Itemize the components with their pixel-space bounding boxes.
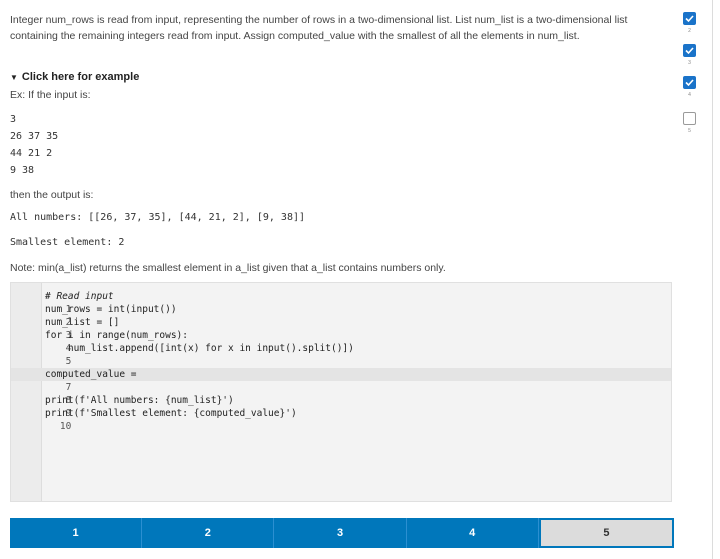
step-3-button[interactable]: 3 <box>274 518 407 548</box>
prompt-text: Integer num_rows is read from input, rep… <box>10 14 628 42</box>
code-line[interactable]: 10 print(f'Smallest element: {computed_v… <box>11 407 671 432</box>
code-text: computed_value = <box>45 369 143 380</box>
code-line[interactable]: 6 <box>11 355 671 380</box>
step-2-button[interactable]: 2 <box>142 518 275 548</box>
example-toggle[interactable]: ▼ Click here for example <box>10 71 139 83</box>
completed-checkbox-icon <box>683 44 696 57</box>
step-4-button[interactable]: 4 <box>406 518 539 548</box>
checklist-label: 4 <box>688 92 691 98</box>
output-line: Smallest element: 2 <box>10 237 125 248</box>
step-5-button[interactable]: 5 <box>538 518 675 548</box>
input-line: 9 38 <box>10 165 35 176</box>
code-line[interactable]: 1 # Read input <box>11 290 671 315</box>
code-line-active[interactable]: 7 computed_value = <box>11 368 671 393</box>
input-line: 44 21 2 <box>10 148 53 159</box>
code-line[interactable]: 2 num_rows = int(input()) <box>11 303 671 328</box>
code-text: print(f'All numbers: {num_list}') <box>45 395 234 406</box>
triangle-down-icon: ▼ <box>10 72 18 82</box>
output-line: All numbers: [[26, 37, 35], [44, 21, 2],… <box>10 212 306 223</box>
divider <box>712 0 713 559</box>
example-toggle-label: Click here for example <box>21 71 140 83</box>
code-text: for i in range(num_rows): <box>45 330 188 341</box>
completed-checkbox-icon <box>683 76 696 89</box>
checklist-label: 3 <box>688 60 691 66</box>
code-line[interactable]: 9 print(f'All numbers: {num_list}') <box>11 394 671 419</box>
code-text: num_rows = int(input()) <box>45 304 177 315</box>
code-line[interactable]: 4 for i in range(num_rows): <box>11 329 671 354</box>
code-text: num_list.append([int(x) for x in input()… <box>45 343 354 354</box>
code-line[interactable]: 3 num_list = [] <box>11 316 671 341</box>
output-intro: then the output is: <box>10 189 94 201</box>
input-intro: Ex: If the input is: <box>10 89 91 101</box>
code-editor[interactable]: 1 # Read input 2 num_rows = int(input())… <box>10 282 672 502</box>
code-text: print(f'Smallest element: {computed_valu… <box>45 408 297 419</box>
step-1-button[interactable]: 1 <box>10 518 143 548</box>
note-text: Note: min(a_list) returns the smallest e… <box>10 262 446 274</box>
step-progress-bar: 1 2 3 4 5 <box>10 518 675 548</box>
completed-checkbox-icon <box>683 12 696 25</box>
line-number: 10 <box>59 421 72 432</box>
input-line: 26 37 35 <box>10 131 59 142</box>
code-text: num_list = [] <box>45 317 120 328</box>
code-line[interactable]: 8 <box>11 381 671 406</box>
code-line[interactable]: 5 num_list.append([int(x) for x in input… <box>11 342 671 367</box>
checklist-label: 2 <box>688 28 691 34</box>
checklist-label: 5 <box>688 128 691 134</box>
challenge-page: Integer num_rows is read from input, rep… <box>0 0 720 559</box>
empty-checkbox-icon <box>683 112 696 125</box>
code-text: # Read input <box>45 291 114 302</box>
input-line: 3 <box>10 114 17 125</box>
